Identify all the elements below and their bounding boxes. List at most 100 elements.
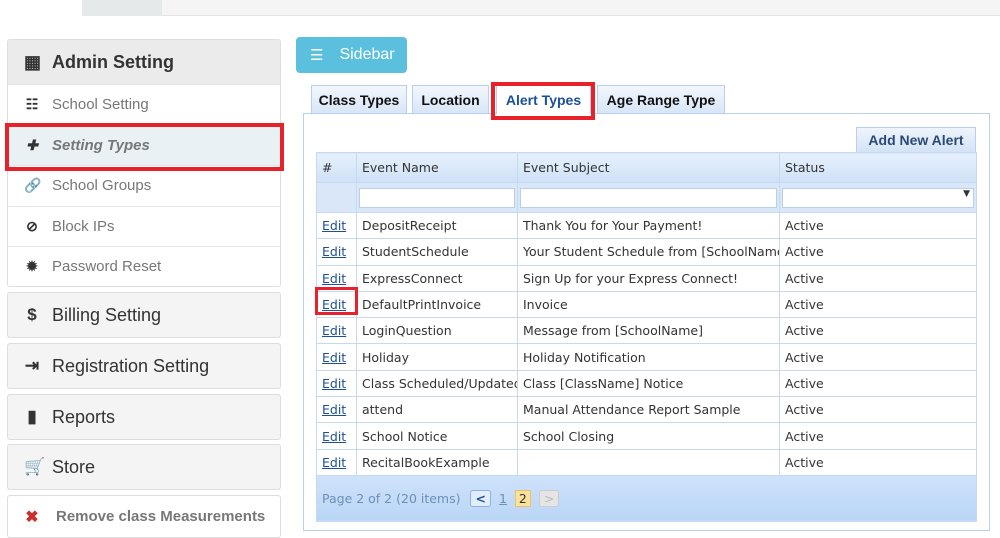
sidebar-item-label: School Groups xyxy=(52,177,152,194)
cell: School Notice xyxy=(356,422,518,450)
top-tab[interactable] xyxy=(82,0,162,16)
cell: Holiday xyxy=(356,343,518,371)
remove-class-measurements[interactable]: ✖ Remove class Measurements xyxy=(7,495,281,538)
edit-link[interactable]: Edit xyxy=(322,429,346,444)
cell: ExpressConnect xyxy=(356,264,518,292)
cell: Active xyxy=(779,211,977,240)
section-label: Billing Setting xyxy=(52,304,162,325)
cell: Active xyxy=(779,369,977,398)
sidebar-item-password-reset[interactable]: ✹ Password Reset xyxy=(8,246,280,286)
page-2-current[interactable]: 2 xyxy=(514,489,531,507)
sidebar-item-label: School Setting xyxy=(52,96,149,113)
sidebar-section-registration-setting[interactable]: ⇥ Registration Setting xyxy=(7,343,281,389)
sign-in-icon: ⇥ xyxy=(24,356,40,375)
status-filter[interactable] xyxy=(782,187,974,208)
table-row: Edit attend Manual Attendance Report Sampl… xyxy=(316,396,977,424)
sidebar-section-billing-setting[interactable]: $ Billing Setting xyxy=(7,292,281,338)
cell: Active xyxy=(779,448,977,476)
prev-page-button[interactable]: < xyxy=(470,489,491,507)
event-subject-filter[interactable] xyxy=(520,187,777,208)
filter-row: ▼ xyxy=(316,182,977,213)
tab-age-range-type[interactable]: Age Range Type xyxy=(597,85,725,113)
add-label: Add New Alert xyxy=(868,132,964,148)
pager-summary: Page 2 of 2 (20 items) xyxy=(322,490,461,506)
top-tab[interactable] xyxy=(8,0,82,16)
cell: Holiday Notification xyxy=(517,343,780,371)
cell: Class [ClassName] Notice xyxy=(517,369,780,398)
remove-label: Remove class Measurements xyxy=(56,508,266,525)
cell: School Closing xyxy=(517,422,780,450)
table-row: Edit DefaultPrintInvoice Invoice Active xyxy=(316,290,977,319)
sidebar-item-label: Block IPs xyxy=(52,217,115,235)
cell: Active xyxy=(779,396,977,424)
edit-link[interactable]: Edit xyxy=(322,402,346,417)
sidebar-button[interactable]: ☰ Sidebar xyxy=(296,37,407,73)
link-icon: 🔗 xyxy=(24,177,42,193)
table-row: Edit DepositReceipt Thank You for Your Pay… xyxy=(316,211,977,240)
sidebar-item-school-setting[interactable]: ☷ School Setting xyxy=(8,84,280,124)
cart-icon: 🛒 xyxy=(24,457,46,476)
sidebar-section-reports[interactable]: ▮ Reports xyxy=(7,394,281,440)
edit-link[interactable]: Edit xyxy=(322,323,346,338)
cell: Active xyxy=(779,290,977,319)
cell: Active xyxy=(779,343,977,371)
cell: Active xyxy=(779,238,977,266)
cell: attend xyxy=(356,396,518,424)
admin-setting-header[interactable]: ▦ Admin Setting xyxy=(8,40,280,84)
sidebar-button-label: Sidebar xyxy=(339,46,395,63)
event-name-filter[interactable] xyxy=(359,187,515,208)
cell: Thank You for Your Payment! xyxy=(517,211,780,240)
column-header[interactable]: Event Name xyxy=(356,152,518,183)
cell: Active xyxy=(779,264,977,292)
close-icon: ✖ xyxy=(25,508,39,526)
cell: Sign Up for your Express Connect! xyxy=(517,264,780,292)
cell: DefaultPrintInvoice xyxy=(356,290,518,319)
highlight-box xyxy=(5,123,284,171)
admin-setting-label: Admin Setting xyxy=(52,51,174,72)
tab-label: Location xyxy=(421,91,480,108)
edit-link[interactable]: Edit xyxy=(322,244,346,259)
edit-link[interactable]: Edit xyxy=(322,271,346,286)
tab-location[interactable]: Location xyxy=(412,85,489,113)
sidebar-section-store[interactable]: 🛒 Store xyxy=(7,444,281,490)
highlight-box xyxy=(491,82,595,120)
sidebar-item-label: Password Reset xyxy=(52,258,162,275)
table-row: Edit ExpressConnect Sign Up for your Expre… xyxy=(316,264,977,292)
cell: Active xyxy=(779,422,977,450)
tab-class-types[interactable]: Class Types xyxy=(311,85,407,113)
tab-label: Class Types xyxy=(318,91,400,108)
edit-link[interactable]: Edit xyxy=(322,376,346,391)
alerts-grid: # Event Name Event Subject Status ▼ Edit… xyxy=(316,152,977,522)
cog-icon: ✹ xyxy=(26,258,38,274)
section-label: Reports xyxy=(52,406,116,427)
align-left-icon: ☰ xyxy=(310,47,324,64)
column-header[interactable]: Status xyxy=(779,152,977,183)
column-header[interactable]: # xyxy=(316,152,357,183)
edit-link[interactable]: Edit xyxy=(322,455,346,470)
table-row: Edit Class Scheduled/Updated Class [ClassN… xyxy=(316,369,977,398)
caret-down-icon[interactable]: ▼ xyxy=(963,189,970,199)
bar-chart-icon: ▮ xyxy=(27,407,37,426)
table-row: Edit School Notice School Closing Active xyxy=(316,422,977,450)
table-row: Edit Holiday Holiday Notification Active xyxy=(316,343,977,371)
section-label: Store xyxy=(52,456,96,477)
cell: Active xyxy=(779,317,977,345)
column-header[interactable]: Event Subject xyxy=(517,152,780,183)
cell xyxy=(517,448,780,476)
cell: DepositReceipt xyxy=(356,211,518,240)
sidebar-item-school-groups[interactable]: 🔗 School Groups xyxy=(8,165,280,205)
edit-link[interactable]: Edit xyxy=(322,218,346,233)
cell: RecitalBookExample xyxy=(356,448,518,476)
next-page-button[interactable]: > xyxy=(538,489,560,507)
sidebar-item-block-ips[interactable]: ⊘ Block IPs xyxy=(8,205,280,246)
tab-label: Age Range Type xyxy=(606,91,716,108)
add-new-alert-button[interactable]: Add New Alert xyxy=(856,127,976,153)
highlight-box xyxy=(315,287,358,315)
dollar-icon: $ xyxy=(27,305,37,324)
table-row: Edit RecitalBookExample Active xyxy=(316,448,977,476)
header-row: # Event Name Event Subject Status xyxy=(316,152,977,183)
page-1-link[interactable]: 1 xyxy=(499,491,507,506)
edit-link[interactable]: Edit xyxy=(322,350,346,365)
cell: Class Scheduled/Updated xyxy=(356,369,518,398)
table-row: Edit LoginQuestion Message from [SchoolNam… xyxy=(316,317,977,345)
